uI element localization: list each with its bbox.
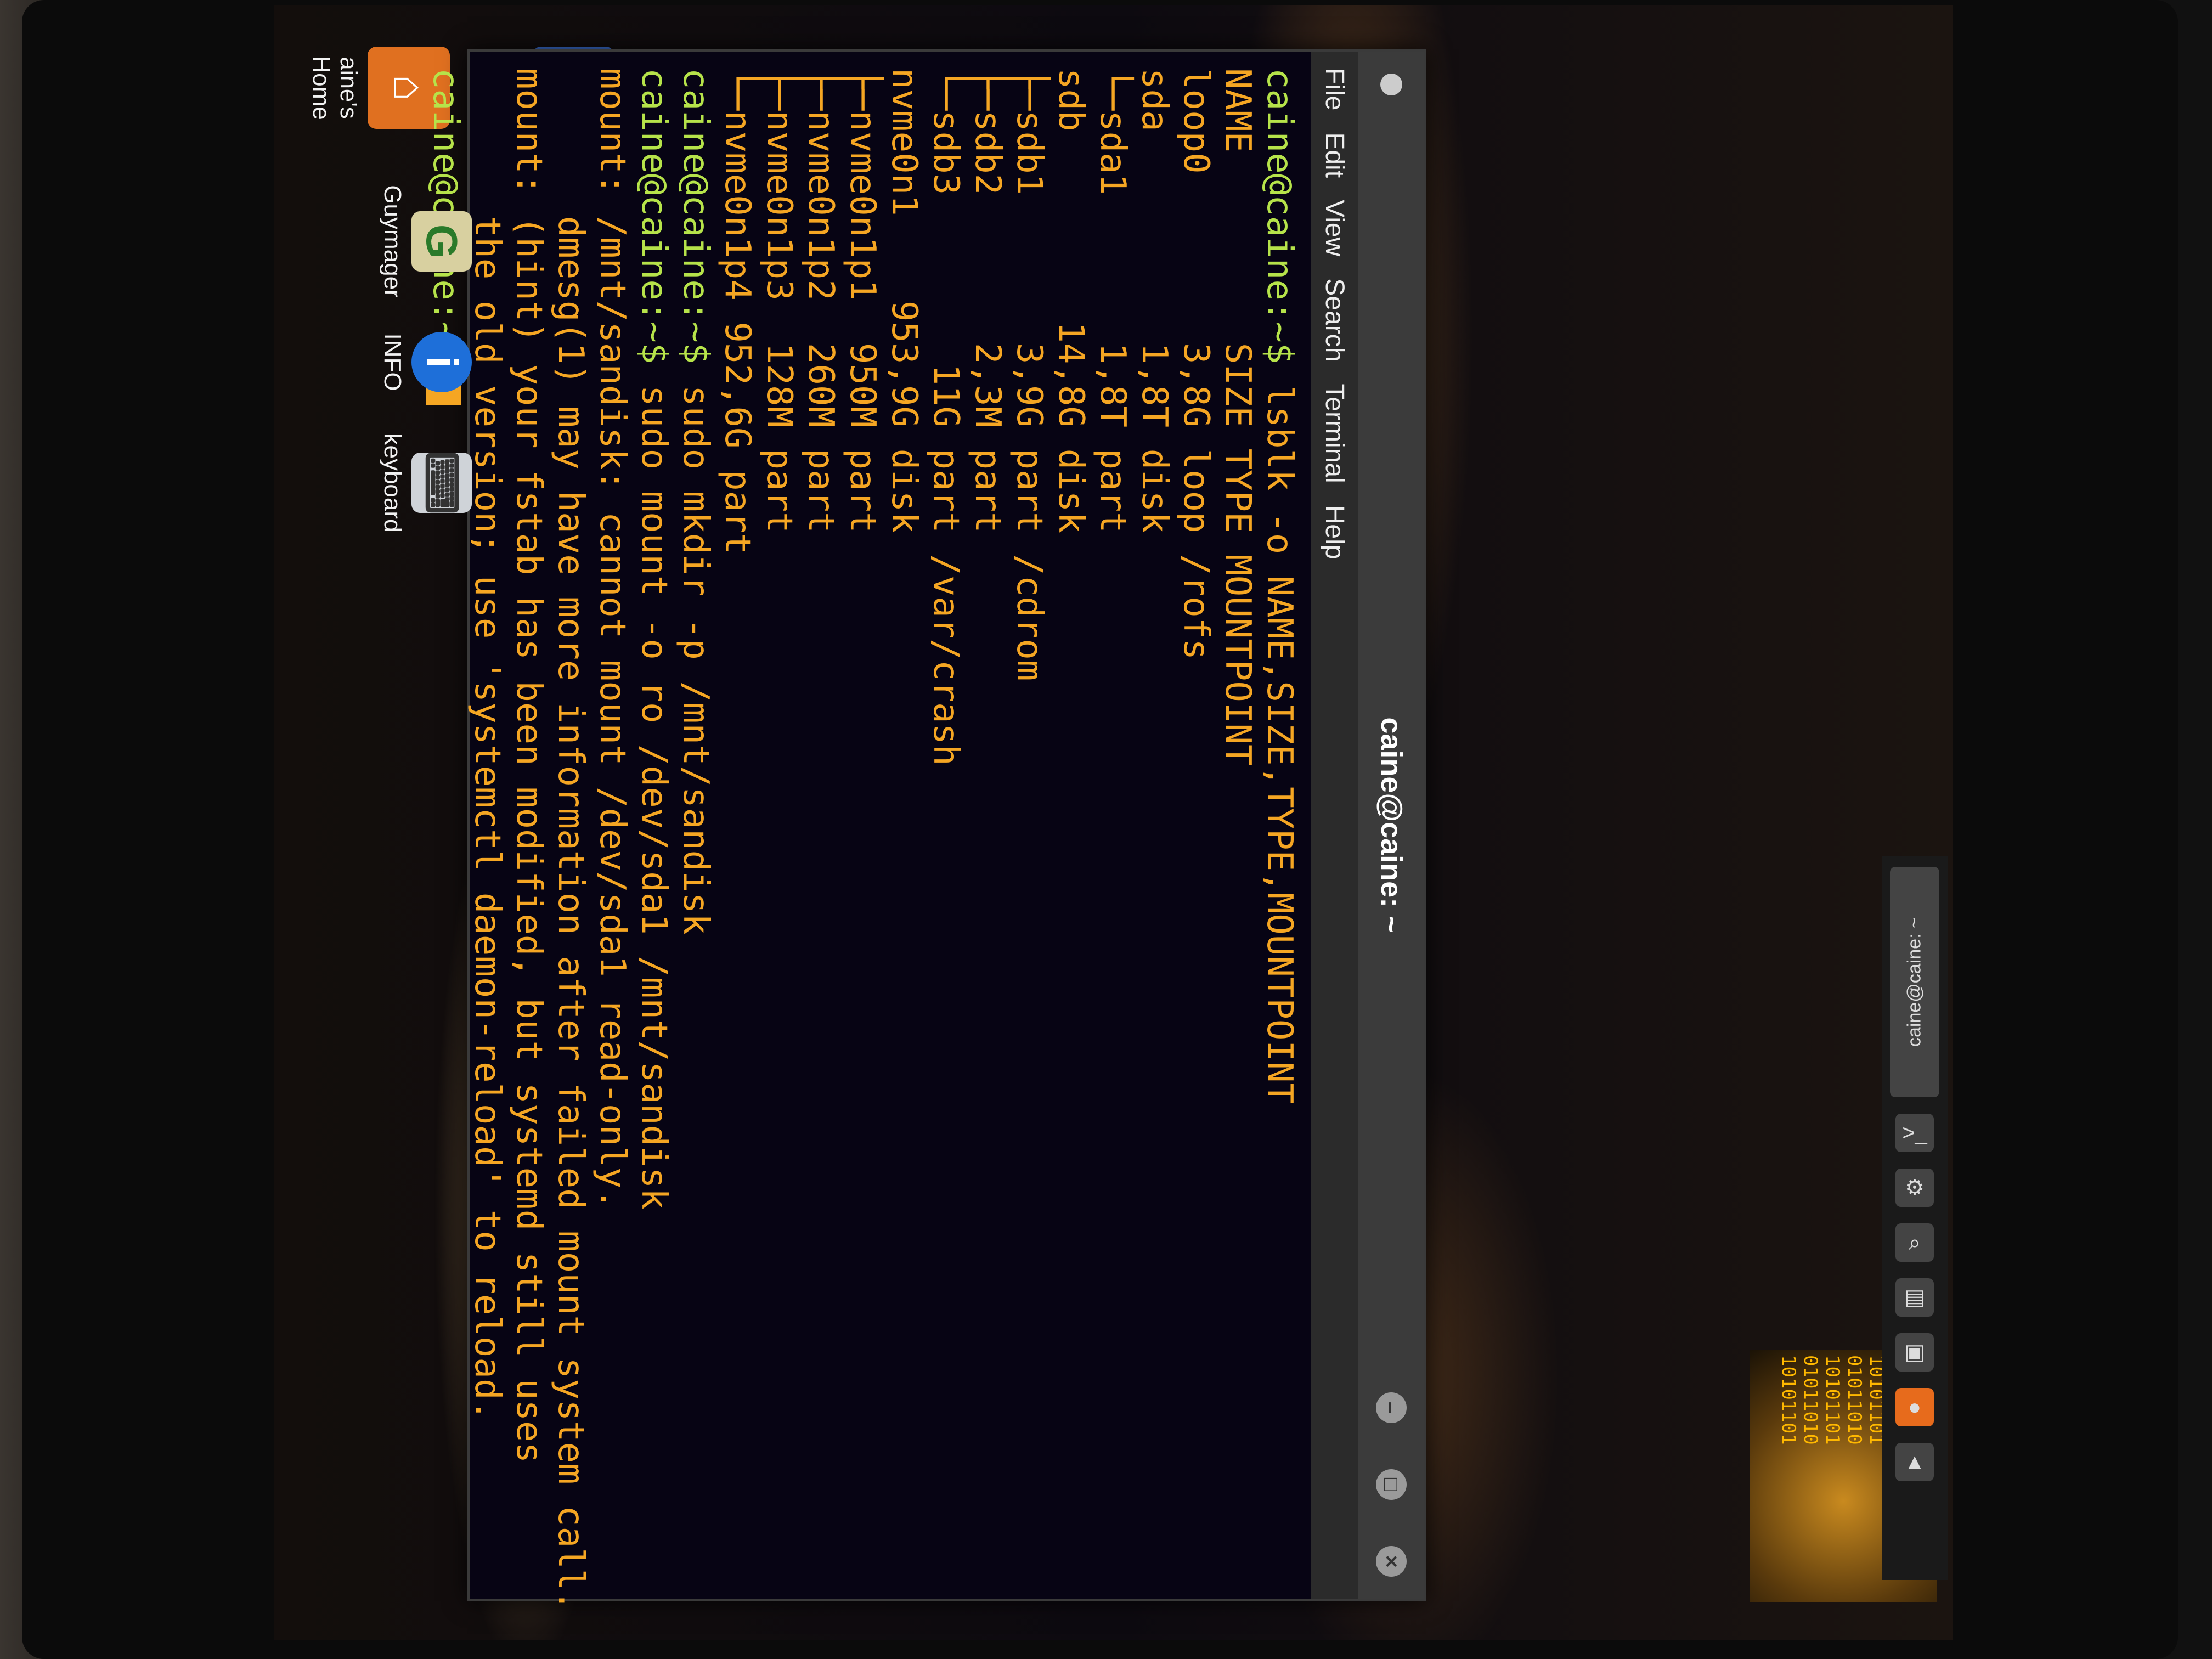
screen: 10101101 01011010 10101101 01011010 10101101… xyxy=(274,5,1953,1640)
start-menu-icon[interactable]: ▲ xyxy=(1895,1443,1934,1481)
terminal-line: └─nvme0n1p4 952,6G part xyxy=(716,68,758,1582)
desktop-icon-info[interactable]: i INFO xyxy=(379,302,472,422)
taskbar: caine@caine: ~ >_ ⚙ ⌕ ▤ ▣ ● ▲ xyxy=(1882,856,1948,1580)
terminal-line: nvme0n1 953,9G disk xyxy=(883,68,925,1582)
taskbar-task-item[interactable]: caine@caine: ~ xyxy=(1890,867,1939,1097)
terminal-output[interactable]: caine@caine:~$ lsblk -o NAME,SIZE,TYPE,M… xyxy=(414,52,1311,1611)
photo-background: 10101101 01011010 10101101 01011010 10101101… xyxy=(0,0,2212,1659)
maximize-icon[interactable]: □ xyxy=(1376,1469,1407,1500)
terminal-text: └─sdb3 11G part /var/crash xyxy=(926,68,966,766)
terminal-text: └─sda1 1,8T part xyxy=(1092,68,1133,533)
terminal-line: loop0 3,8G loop /rofs xyxy=(1175,68,1217,1582)
menu-edit[interactable]: Edit xyxy=(1320,132,1350,178)
terminal-line: mount: (hint) your fstab has been modifi… xyxy=(508,68,550,1582)
terminal-text: the old version; use 'systemctl daemon-r… xyxy=(467,68,507,1421)
desktop-icon-label: INFO xyxy=(379,333,406,391)
terminal-line: NAME SIZE TYPE MOUNTPOINT xyxy=(1217,68,1259,1582)
terminal-text: ├─nvme0n1p2 260M part xyxy=(800,68,841,533)
taskbar-task-label: caine@caine: ~ xyxy=(1904,917,1925,1047)
terminal-prompt: caine@caine:~$ xyxy=(634,68,674,385)
terminal-text: sdb 14,8G disk xyxy=(1051,68,1091,533)
terminal-text: NAME SIZE TYPE MOUNTPOINT xyxy=(1217,68,1258,766)
menu-help[interactable]: Help xyxy=(1320,505,1350,560)
terminal-text: └─nvme0n1p4 952,6G part xyxy=(717,68,758,555)
desktop-icon-label: keyboard xyxy=(379,433,406,533)
keyboard-icon: ⌨ xyxy=(411,451,472,515)
terminal-prompt: caine@caine:~$ xyxy=(675,68,716,385)
menu-bar: File Edit View Search Terminal Help xyxy=(1311,52,1358,1599)
terminal-prompt: caine@caine:~$ xyxy=(1259,68,1300,385)
terminal-text: sudo mount -o ro /dev/sda1 /mnt/sandisk xyxy=(634,385,674,1210)
desktop-icon-guymager[interactable]: G Guymager xyxy=(379,181,472,302)
file-manager-icon[interactable]: ▤ xyxy=(1895,1278,1934,1317)
menu-view[interactable]: View xyxy=(1320,200,1350,256)
menu-file[interactable]: File xyxy=(1320,68,1350,110)
terminal-launcher-icon[interactable]: >_ xyxy=(1895,1114,1934,1152)
close-icon[interactable]: × xyxy=(1376,1546,1407,1577)
firefox-icon[interactable]: ● xyxy=(1895,1388,1934,1426)
terminal-line: caine@caine:~$ lsblk -o NAME,SIZE,TYPE,M… xyxy=(1259,68,1300,1582)
terminal-line: caine@caine:~$ sudo mkdir -p /mnt/sandis… xyxy=(675,68,716,1582)
terminal-text: ├─sdb1 3,9G part /cdrom xyxy=(1009,68,1049,681)
terminal-text: nvme0n1 953,9G disk xyxy=(884,68,924,533)
info-icon: i xyxy=(411,332,472,392)
terminal-line: sdb 14,8G disk xyxy=(1050,68,1092,1582)
terminal-text: ├─nvme0n1p1 950M part xyxy=(842,68,883,533)
menu-search[interactable]: Search xyxy=(1320,278,1350,362)
terminal-line: ├─sdb2 2,3M part xyxy=(967,68,1008,1582)
terminal-text: mount: /mnt/sandisk: cannot mount /dev/s… xyxy=(592,68,633,1210)
window-title: caine@caine: ~ xyxy=(1375,717,1408,933)
desktop-icon-label: aine's Home xyxy=(308,55,362,120)
app-icon[interactable]: ▣ xyxy=(1895,1333,1934,1372)
terminal-line: caine@caine:~$ sudo mount -o ro /dev/sda… xyxy=(633,68,675,1582)
terminal-line: the old version; use 'systemctl daemon-r… xyxy=(466,68,508,1582)
terminal-text: sudo mkdir -p /mnt/sandisk xyxy=(675,385,716,935)
terminal-line: ├─nvme0n1p3 128M part xyxy=(758,68,800,1582)
terminal-line: └─sdb3 11G part /var/crash xyxy=(925,68,967,1582)
terminal-window[interactable]: caine@caine: ~ × □ – File Edit View Sear… xyxy=(425,49,1426,1611)
desktop-icon-keyboard[interactable]: ⌨ keyboard xyxy=(379,422,472,543)
window-menu-icon[interactable] xyxy=(1380,74,1402,95)
desktop-icon-label: Guymager xyxy=(379,185,406,298)
terminal-text: lsblk -o NAME,SIZE,TYPE,MOUNTPOINT xyxy=(1259,385,1300,1104)
terminal-text: ├─sdb2 2,3M part xyxy=(967,68,1008,533)
guymager-icon: G xyxy=(411,211,472,272)
terminal-text: ├─nvme0n1p3 128M part xyxy=(759,68,799,533)
settings-icon[interactable]: ⚙ xyxy=(1895,1169,1934,1207)
window-titlebar[interactable]: caine@caine: ~ × □ – xyxy=(1358,52,1424,1599)
terminal-text: dmesg(1) may have more information after… xyxy=(550,68,591,1611)
terminal-text: sda 1,8T disk xyxy=(1134,68,1175,533)
terminal-line: ├─nvme0n1p2 260M part xyxy=(800,68,842,1582)
terminal-line: ├─nvme0n1p1 950M part xyxy=(842,68,883,1582)
terminal-line: dmesg(1) may have more information after… xyxy=(550,68,591,1611)
terminal-text: loop0 3,8G loop /rofs xyxy=(1176,68,1216,660)
terminal-line: sda 1,8T disk xyxy=(1133,68,1175,1582)
terminal-text: mount: (hint) your fstab has been modifi… xyxy=(509,68,549,1464)
minimize-icon[interactable]: – xyxy=(1376,1392,1407,1423)
terminal-line: ├─sdb1 3,9G part /cdrom xyxy=(1008,68,1050,1582)
terminal-line: └─sda1 1,8T part xyxy=(1092,68,1133,1582)
search-icon[interactable]: ⌕ xyxy=(1895,1223,1934,1262)
menu-terminal[interactable]: Terminal xyxy=(1320,383,1350,483)
terminal-line: mount: /mnt/sandisk: cannot mount /dev/s… xyxy=(591,68,633,1582)
